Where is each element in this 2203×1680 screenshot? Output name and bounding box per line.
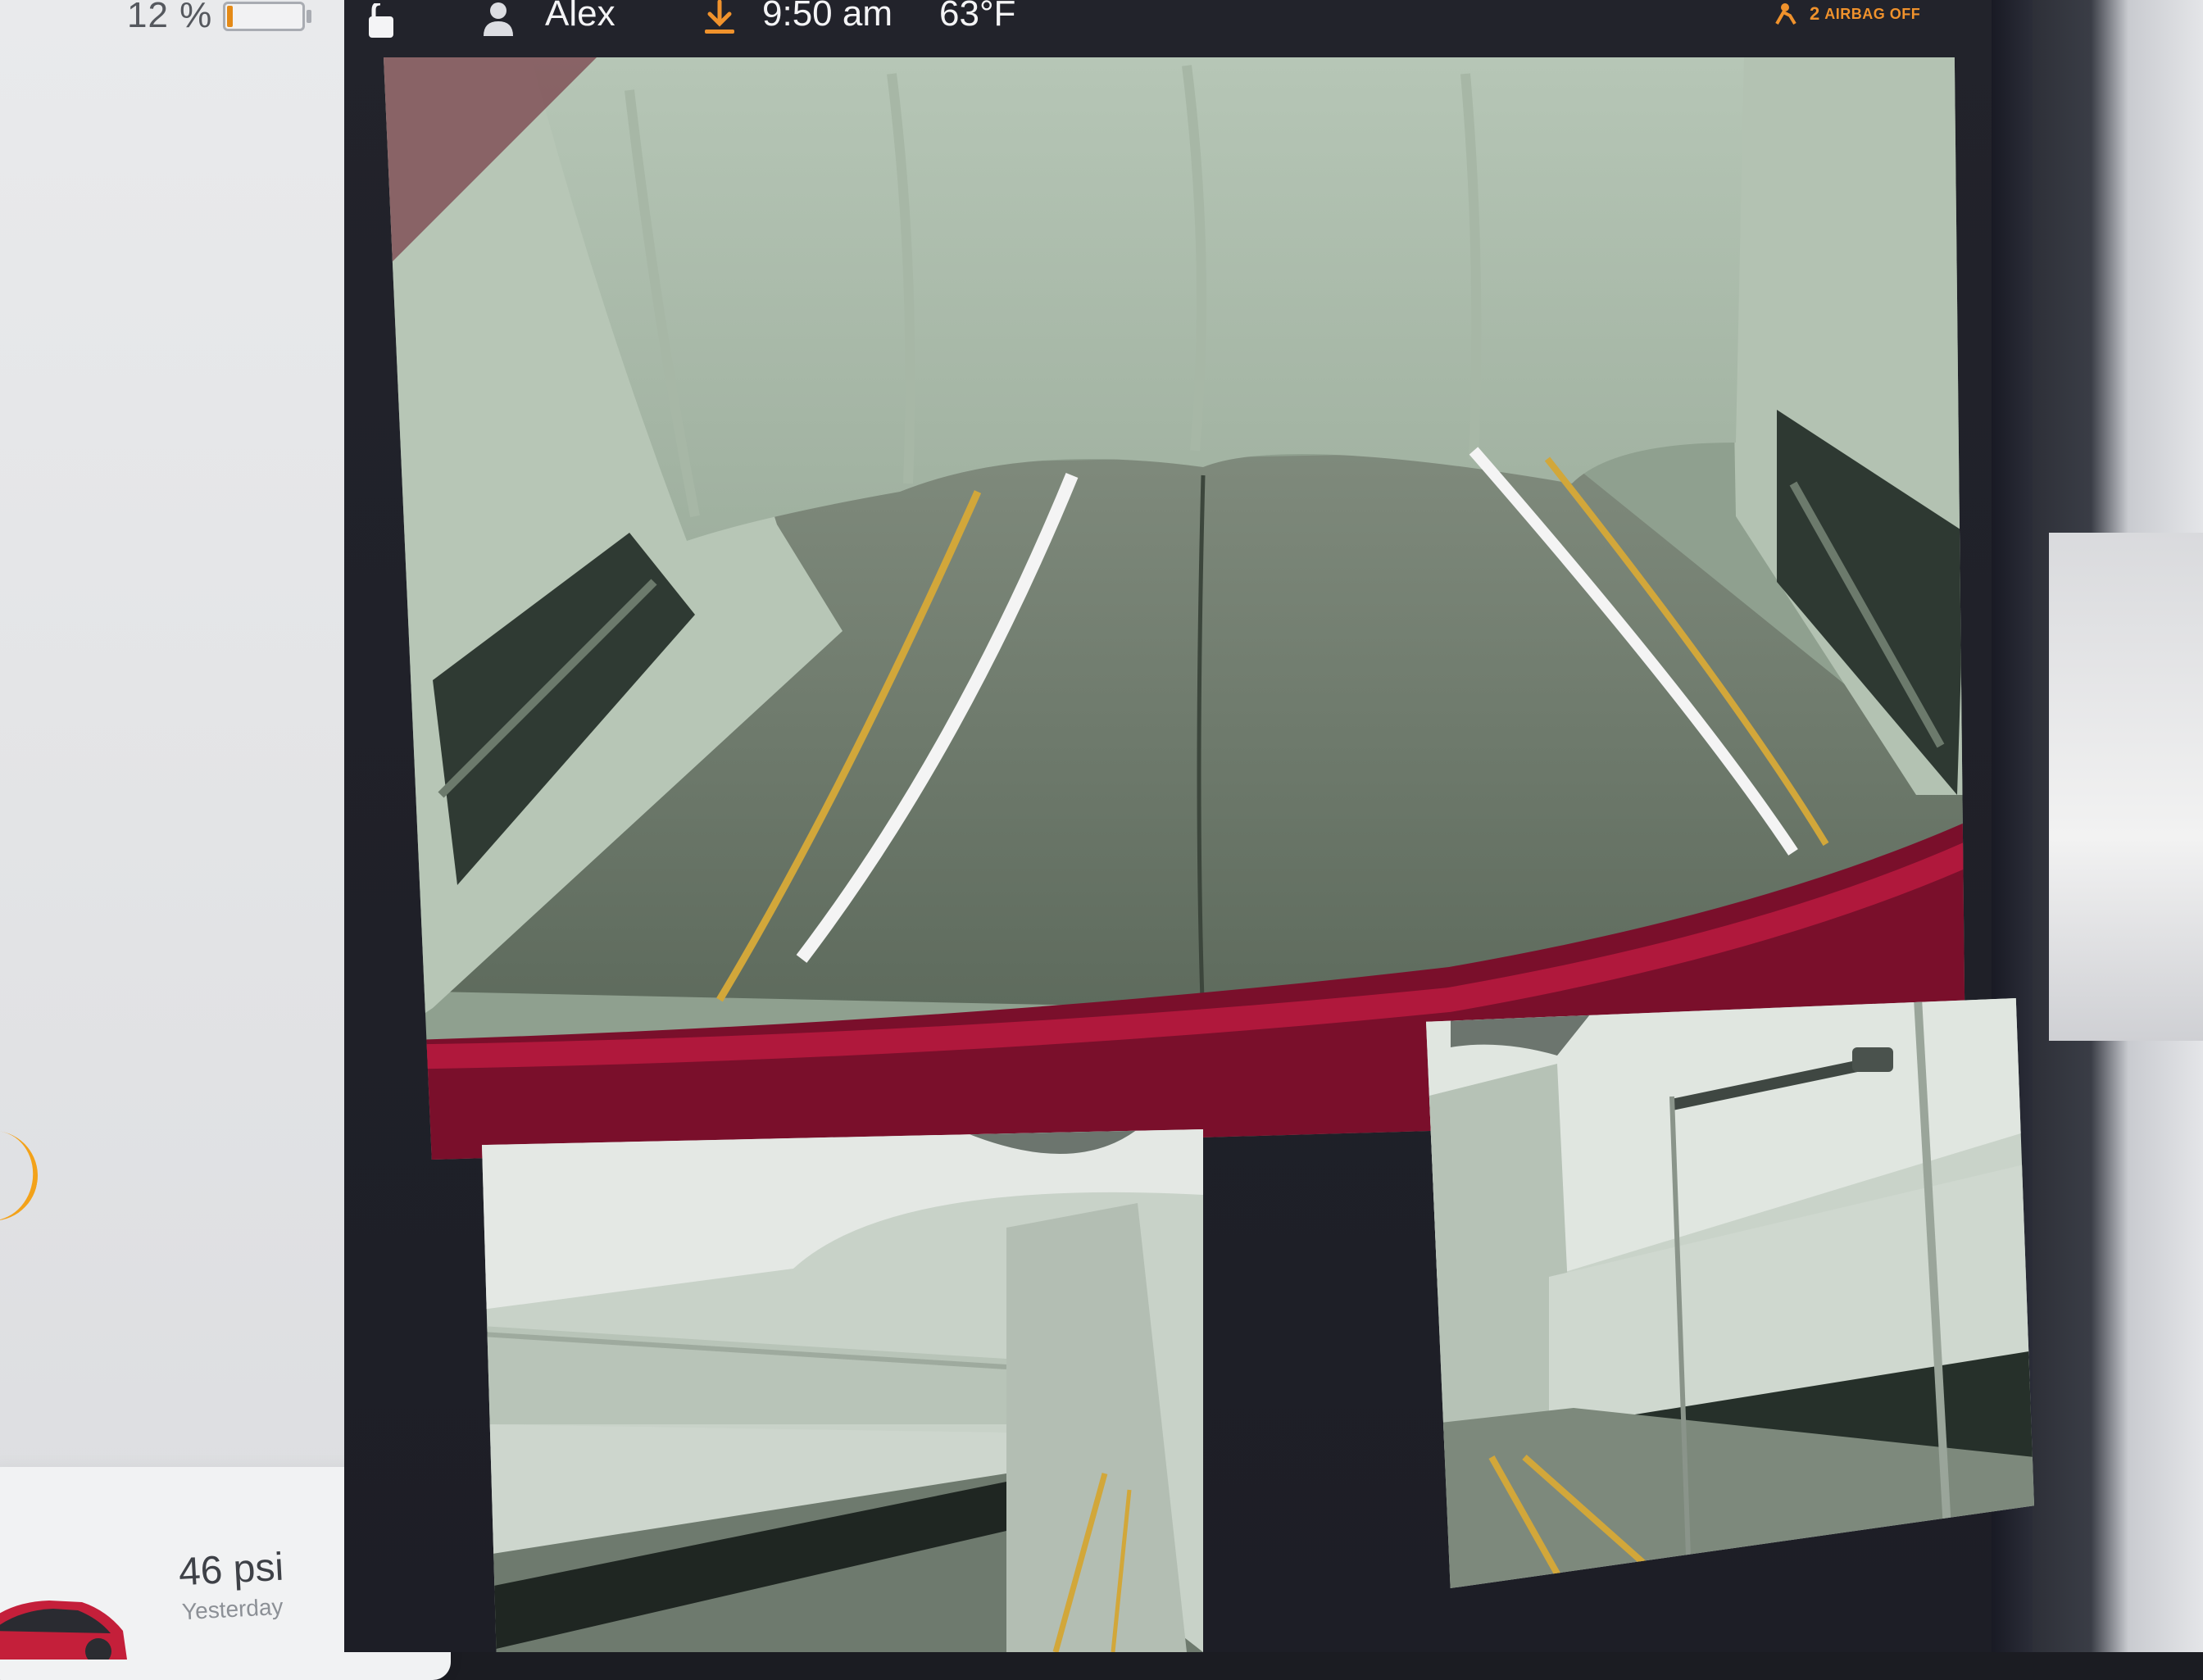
lock-open-icon[interactable] xyxy=(366,3,405,39)
rear-camera-image xyxy=(384,57,1966,1160)
left-repeater-camera-view[interactable] xyxy=(482,1129,1203,1652)
battery-terminal xyxy=(307,10,311,23)
tire-pressure-value: 46 psi xyxy=(177,1545,285,1595)
airbag-status-text: AIRBAG OFF xyxy=(1824,5,1921,22)
car-status-panel xyxy=(0,0,352,1652)
airbag-off-icon xyxy=(1775,3,1796,25)
dashboard-trim xyxy=(2049,533,2203,1041)
user-icon[interactable] xyxy=(482,2,515,36)
right-repeater-camera-view[interactable] xyxy=(1426,998,2034,1588)
tire-pressure-updated: Yesterday xyxy=(181,1593,284,1625)
car-thumbnail xyxy=(0,1601,127,1660)
user-name[interactable]: Alex xyxy=(545,0,615,34)
outside-temperature: 63°F xyxy=(939,0,1016,34)
battery-percent: 12 % xyxy=(127,0,213,35)
download-icon[interactable] xyxy=(703,0,736,36)
right-repeater-image xyxy=(1426,998,2034,1588)
battery-level-fill xyxy=(227,6,234,27)
clock: 9:50 am xyxy=(762,0,893,34)
passenger-airbag-indicator: 2 AIRBAG OFF xyxy=(1775,2,1920,26)
left-repeater-image xyxy=(482,1129,1203,1652)
rear-camera-view[interactable] xyxy=(384,57,1966,1160)
airbag-seat-number: 2 xyxy=(1810,3,1820,24)
battery-icon xyxy=(223,2,305,31)
